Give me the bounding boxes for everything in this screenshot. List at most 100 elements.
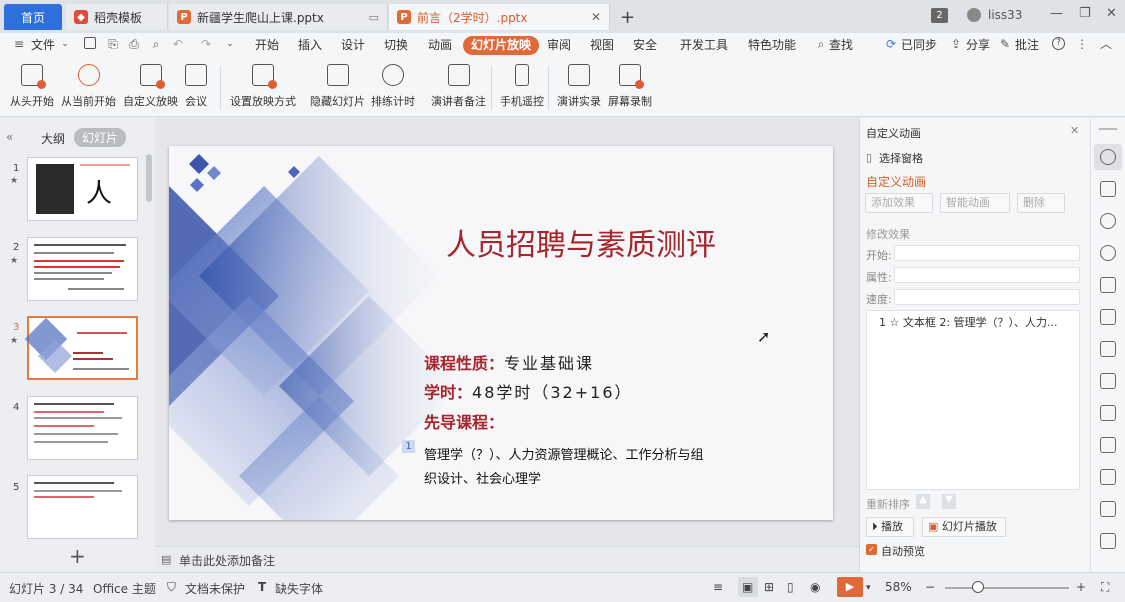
zoom-slider-thumb[interactable] [972, 581, 984, 593]
menu-developer[interactable]: 开发工具 [680, 36, 728, 55]
menu-transition[interactable]: 切换 [384, 36, 408, 55]
notes-placeholder[interactable]: 单击此处添加备注 [179, 552, 275, 569]
play-slideshow-button[interactable]: ▶ [837, 577, 863, 597]
save-icon[interactable] [84, 37, 96, 49]
tab-outline[interactable]: 大纲 [41, 130, 65, 147]
move-up-icon[interactable]: ▲ [916, 494, 930, 509]
notes-pane[interactable]: ▤ 单击此处添加备注 [155, 546, 859, 572]
zoom-out-icon[interactable]: − [925, 580, 935, 594]
search-icon[interactable]: ⌕ [814, 37, 828, 51]
avatar[interactable] [967, 8, 981, 22]
chart-icon[interactable] [1100, 373, 1116, 389]
comment-button[interactable]: 批注 [1015, 36, 1039, 55]
username[interactable]: liss33 [988, 8, 1022, 22]
menu-security[interactable]: 安全 [633, 36, 657, 55]
delete-effect-button[interactable]: 删除 [1017, 193, 1065, 213]
tab-home[interactable]: 首页 [4, 4, 62, 30]
prerequisite-text-line-2[interactable]: 织设计、社会心理学 [424, 468, 541, 487]
print-preview-icon[interactable]: ⌕ [149, 37, 163, 51]
tab-slides[interactable]: 幻灯片 [74, 128, 127, 147]
chevron-down-icon[interactable]: ⌄ [58, 37, 72, 51]
selection-pane-link[interactable]: 选择窗格 [879, 150, 923, 166]
settings-icon[interactable] [1100, 405, 1116, 421]
pane-title[interactable]: 自定义动画 [866, 125, 921, 141]
tab-template[interactable]: ◆ 稻壳模板 [66, 4, 168, 30]
normal-view-icon[interactable]: ▣ [742, 580, 753, 594]
phone-remote-button[interactable]: 手机遥控 [500, 64, 544, 109]
collapse-panel-icon[interactable]: « [6, 130, 13, 144]
animation-list-item[interactable]: 1 ☆ 文本框 2: 管理学（？）、人力... [879, 314, 1075, 330]
menu-insert[interactable]: 插入 [298, 36, 322, 55]
slide-thumbnail-1[interactable]: 人 [27, 157, 138, 221]
reading-view-icon[interactable]: ▯ [787, 580, 794, 594]
close-pane-icon[interactable]: ✕ [1070, 124, 1079, 137]
customize-toolbar-icon[interactable]: ⌄ [223, 37, 237, 51]
chevron-down-icon[interactable]: ▾ [866, 583, 871, 593]
menu-home[interactable]: 开始 [255, 36, 279, 55]
share-button[interactable]: 分享 [966, 36, 990, 55]
menu-view[interactable]: 视图 [590, 36, 614, 55]
menu-slideshow[interactable]: 幻灯片放映 [463, 36, 540, 55]
table-icon[interactable] [1100, 309, 1116, 325]
close-tab-icon[interactable]: ✕ [591, 10, 601, 24]
slideshow-preview-button[interactable]: ▣ 幻灯片播放 [922, 517, 1006, 537]
animation-order-marker[interactable]: 1 [402, 440, 415, 453]
tab-file1[interactable]: P 新疆学生爬山上课.pptx ▭ [169, 4, 388, 30]
print-icon[interactable]: ⎙ [127, 37, 141, 51]
speed-select[interactable] [894, 289, 1080, 305]
course-nature-line[interactable]: 课程性质：专业基础课 [424, 350, 594, 374]
export-pdf-icon[interactable]: ⎘ [106, 37, 120, 51]
add-effect-button[interactable]: 添加效果 [865, 193, 933, 213]
hamburger-icon[interactable]: ≡ [12, 37, 26, 51]
custom-show-button[interactable]: 自定义放映 [123, 64, 178, 109]
fill-icon[interactable] [1100, 277, 1116, 293]
animation-list[interactable]: 1 ☆ 文本框 2: 管理学（？）、人力... [866, 310, 1080, 490]
prerequisite-text-line-1[interactable]: 管理学（？）、人力资源管理概论、工作分析与组 [424, 444, 704, 463]
restore-icon[interactable]: ❐ [1079, 6, 1091, 21]
play-from-start-button[interactable]: 从头开始 [10, 64, 54, 109]
speaker-notes-button[interactable]: 演讲者备注 [431, 64, 486, 109]
screen-record-button[interactable]: 屏幕录制 [608, 64, 652, 109]
picture-icon[interactable] [1100, 533, 1116, 549]
collapse-ribbon-icon[interactable]: ︿ [1099, 37, 1113, 51]
animation-star-icon[interactable] [1100, 149, 1116, 165]
slide-thumbnail-3[interactable] [24, 316, 138, 380]
minimize-icon[interactable]: — [1050, 6, 1063, 21]
zoom-in-icon[interactable]: + [1076, 580, 1086, 594]
more-icon[interactable]: ⋮ [1075, 37, 1089, 51]
menu-animation[interactable]: 动画 [428, 36, 452, 55]
slide-sorter-icon[interactable]: ⊞ [764, 580, 774, 594]
property-select[interactable] [894, 267, 1080, 283]
grid-icon[interactable] [1100, 341, 1116, 357]
undo-icon[interactable]: ↶ [171, 37, 185, 51]
comment-icon[interactable]: ✎ [998, 37, 1012, 51]
zoom-level[interactable]: 58% [885, 580, 912, 594]
missing-font-status[interactable]: 缺失字体 [275, 580, 323, 597]
presenter-view-icon[interactable]: ◉ [810, 580, 820, 594]
hide-slide-button[interactable]: 隐藏幻灯片 [310, 64, 365, 109]
slide-title[interactable]: 人员招聘与素质测评 [446, 220, 716, 264]
rehearse-timing-button[interactable]: 排练计时 [371, 64, 415, 109]
menu-features[interactable]: 特色功能 [748, 36, 796, 55]
slide-thumbnail-4[interactable] [27, 396, 138, 460]
sync-icon[interactable]: ⟳ [884, 37, 898, 51]
autopreview-checkbox[interactable]: ✓ [866, 544, 877, 555]
menu-design[interactable]: 设计 [341, 36, 365, 55]
zoom-slider-track[interactable] [945, 587, 1069, 589]
thumbnail-scrollbar[interactable] [146, 154, 152, 202]
add-slide-button[interactable]: + [69, 544, 86, 568]
redo-icon[interactable]: ↷ [199, 37, 213, 51]
meeting-button[interactable]: 会议 [185, 64, 207, 109]
slide-thumbnail-2[interactable] [27, 237, 138, 301]
tab-file2[interactable]: P 前言（2学时）.pptx ✕ [389, 4, 610, 30]
notes-toggle-icon[interactable]: ≡ [713, 580, 723, 594]
prerequisite-label[interactable]: 先导课程： [424, 409, 504, 433]
protection-status[interactable]: 文档未保护 [185, 580, 245, 597]
slide-canvas[interactable]: 人员招聘与素质测评 课程性质：专业基础课 学时：48学时（32+16） 先导课程… [169, 146, 833, 520]
window-badge[interactable]: 2 [931, 8, 948, 23]
image-icon[interactable] [1100, 437, 1116, 453]
archive-icon[interactable] [1100, 501, 1116, 517]
monitor-icon[interactable]: ▭ [369, 11, 379, 24]
play-animation-button[interactable]: ⏵ 播放 [866, 517, 914, 537]
help-icon[interactable]: ? [1052, 37, 1065, 50]
